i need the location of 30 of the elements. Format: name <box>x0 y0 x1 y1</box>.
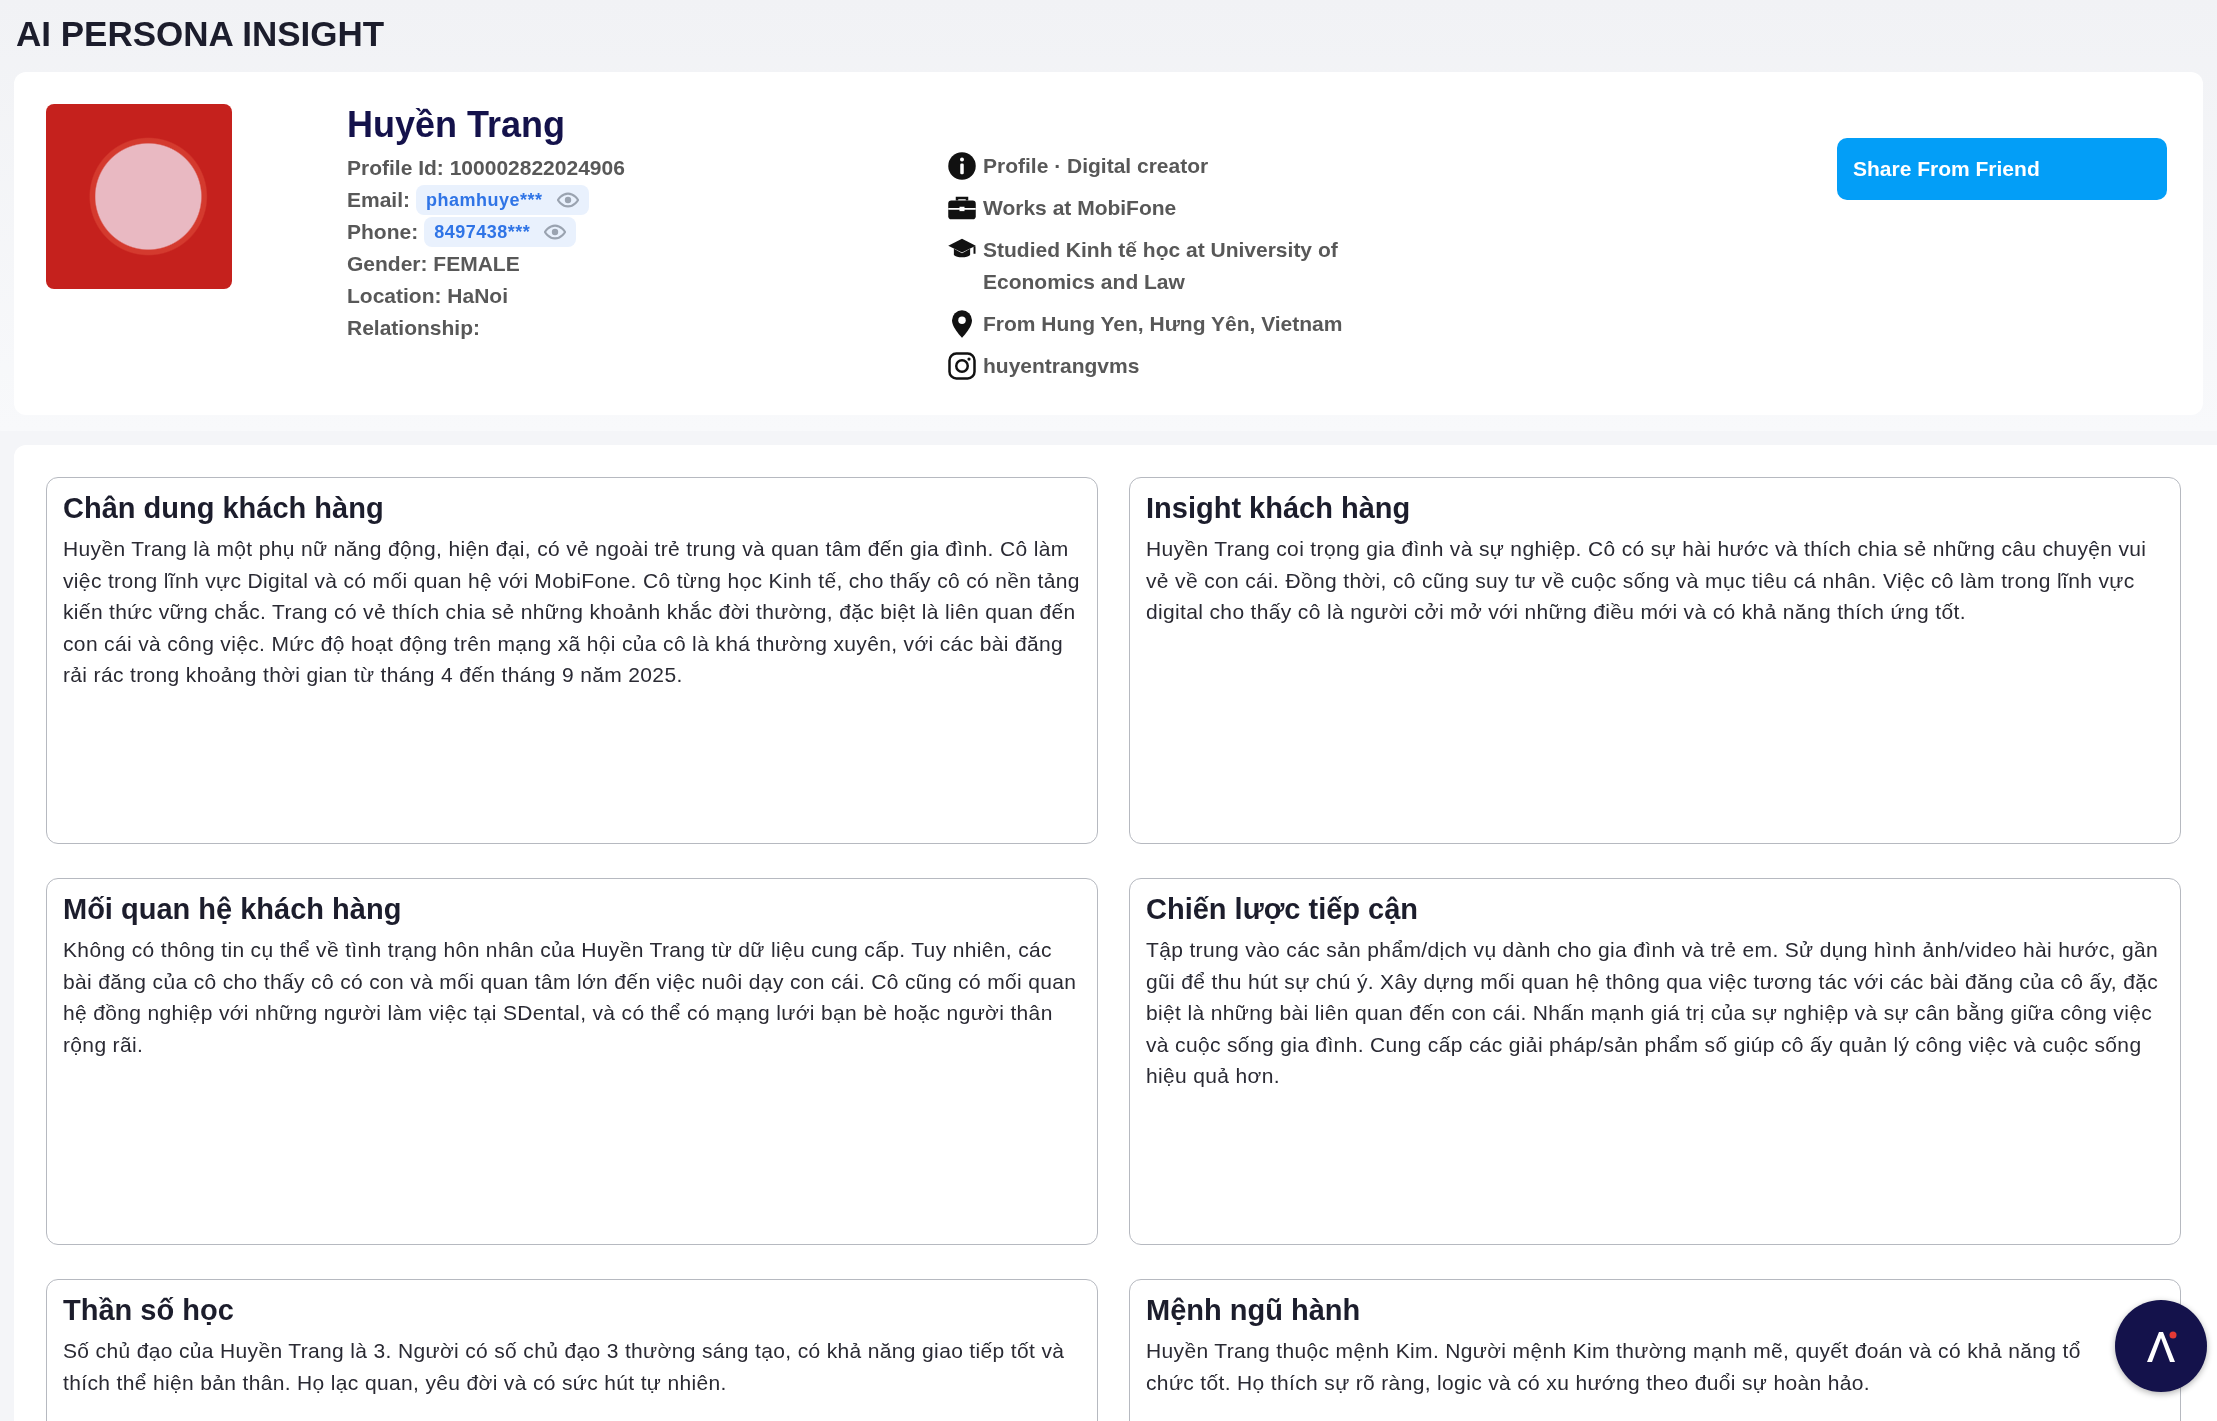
instagram-icon <box>947 351 977 381</box>
page-title: AI PERSONA INSIGHT <box>16 14 386 54</box>
card-title: Chiến lược tiếp cận <box>1146 893 1420 926</box>
card-title: Chân dung khách hàng <box>63 492 385 525</box>
profile-name: Huyền Trang <box>347 104 567 146</box>
field-label: Email: <box>347 187 411 213</box>
card-title: Thần số học <box>63 1294 235 1327</box>
card-title: Mệnh ngũ hành <box>1146 1294 1362 1327</box>
profile-field: Relationship: <box>347 312 767 344</box>
card-text: Huyền Trang thuộc mệnh Kim. Người mệnh Kim thường mạnh mẽ, quyết đoán và có khả năng tổ chức tốt. Họ thích sự rõ ràng, logic và có xu hướng theo đuổi sự hoàn hảo. <box>1146 1338 2082 1396</box>
masked-text: phamhuye*** <box>426 189 543 212</box>
card-title: Insight khách hàng <box>1146 492 1412 525</box>
profile-field: Gender: FEMALE <box>347 248 767 280</box>
share-from-friend-button[interactable]: Share From Friend <box>1837 138 2167 200</box>
about-text: Profile · Digital creator <box>983 153 1209 179</box>
about-text: From Hung Yen, Hưng Yên, Vietnam <box>983 311 1343 337</box>
field-label: Phone: <box>347 219 419 245</box>
card-text: Huyền Trang coi trọng gia đình và sự nghiệp. Cô có sự hài hước và thích chia sẻ những câu chuyện vui vẻ về con cái. Đồng thời, cô cũng suy tư về cuộc sống và mục tiêu cá nhân. Việc cô làm trong lĩnh vực digital cho thấy cô là người cởi mở với những điều mới và có khả năng thích ứng tốt. <box>1146 536 2148 625</box>
info-icon <box>947 151 977 181</box>
profile-field: Profile Id: 100002822024906 <box>347 152 767 184</box>
card-text: Không có thông tin cụ thể về tình trạng hôn nhân của Huyền Trang từ dữ liệu cung cấp. Tuy nhiên, các bài đăng của cô cho thấy cô có con và mối quan tâm lớn đến việc nuôi dạy con cái. Cô cũng có mối quan hệ đồng nghiệp với những người làm việc tại SDental, và có thể có mạng lưới bạn bè hoặc người thân rộng rãi. <box>63 937 1078 1058</box>
profile-field: Location: HaNoi <box>347 280 767 312</box>
card-text: Huyền Trang là một phụ nữ năng động, hiện đại, có vẻ ngoài trẻ trung và quan tâm đến gia đình. Cô làm việc trong lĩnh vực Digital và có mối quan hệ với MobiFone. Cô từng học Kinh tế, cho thấy cô có nền tảng kiến thức vững chắc. Trang có vẻ thích chia sẻ những khoảnh khắc đời thường, đặc biệt là liên quan đến con cái và công việc. Mức độ hoạt động trên mạng xã hội của cô là khá thường xuyên, với các bài đăng rải rác trong khoảng thời gian từ tháng 4 đến tháng 9 năm 2025. <box>63 536 1081 688</box>
card-title: Mối quan hệ khách hàng <box>63 893 403 926</box>
about-text: huyentrangvms <box>983 353 1140 379</box>
card-text: Số chủ đạo của Huyền Trang là 3. Người có số chủ đạo 3 thường sáng tạo, có khả năng giao tiếp tốt và thích thể hiện bản thân. Họ lạc quan, yêu đời và có sức hút tự nhiên. <box>63 1338 1066 1396</box>
masked-text: 8497438*** <box>434 221 531 244</box>
card-text: Tập trung vào các sản phẩm/dịch vụ dành cho gia đình và trẻ em. Sử dụng hình ảnh/video hài hước, gần gũi để thu hút sự chú ý. Xây dựng mối quan hệ thông qua việc tương tác với các bài đăng của cô ấy, đặc biệt là những bài liên quan đến con cái. Nhấn mạnh giá trị của sự nghiệp và sự cân bằng giữa công việc và cuộc sống gia đình. Cung cấp các giải pháp/sản phẩm số giúp cô ấy quản lý công việc và cuộc sống hiệu quả hơn. <box>1146 937 2160 1089</box>
about-text: Works at MobiFone <box>983 195 1177 221</box>
about-text: Studied Kinh tế học at University of Economics and Law <box>983 237 1339 295</box>
